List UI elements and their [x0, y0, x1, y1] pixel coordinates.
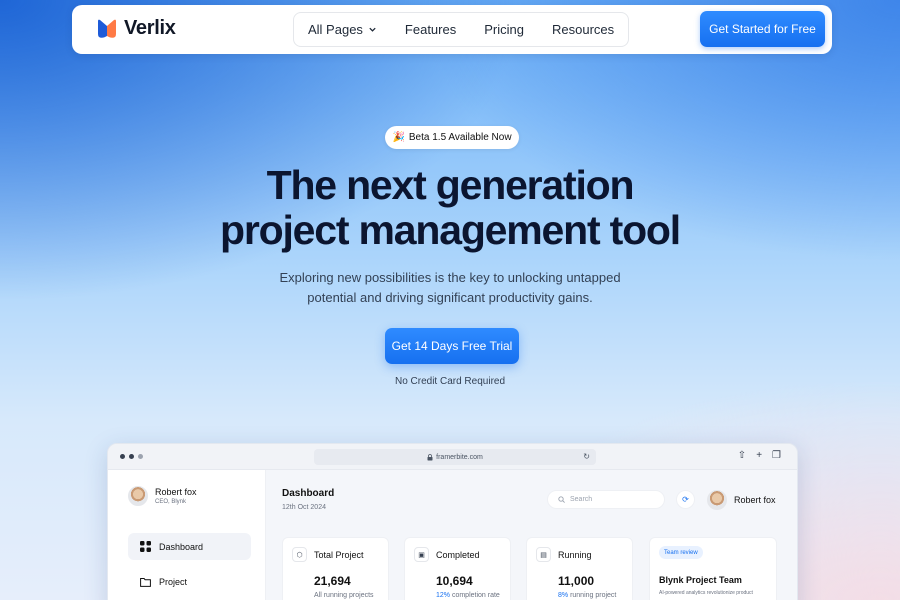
sidebar-item-dashboard[interactable]: Dashboard: [128, 533, 251, 560]
brand-name: Verlix: [124, 17, 176, 39]
folder-icon: [140, 577, 151, 587]
verlix-logo-icon: [98, 19, 116, 38]
stat-card-total-project[interactable]: ⬡ Total Project 21,694 All running proje…: [282, 537, 389, 600]
address-bar[interactable]: framerbite.com ↻: [314, 449, 596, 465]
header-user[interactable]: Robert fox: [707, 490, 776, 510]
image-icon: ▣: [414, 547, 429, 562]
reload-icon[interactable]: ↻: [583, 452, 590, 461]
team-description: AI-powered analytics revolutionize produ…: [659, 590, 753, 596]
hero-subtitle: Exploring new possibilities is the key t…: [0, 268, 900, 308]
hero-title-line-2: project management tool: [220, 207, 681, 253]
chart-icon: ▤: [536, 547, 551, 562]
window-dot[interactable]: [129, 454, 134, 459]
user-role: CEO, Blynk: [155, 499, 187, 505]
sync-icon[interactable]: ⟳: [676, 490, 695, 509]
nav-item-features[interactable]: Features: [405, 22, 456, 37]
nav-item-resources[interactable]: Resources: [552, 22, 614, 37]
chevron-down-icon: [369, 27, 376, 32]
nav-item-all-pages[interactable]: All Pages: [308, 22, 377, 37]
sidebar-user[interactable]: Robert fox CEO, Blynk: [128, 486, 197, 506]
card-value: 21,694: [314, 574, 351, 588]
search-icon: [558, 496, 565, 503]
card-title: Running: [558, 549, 592, 560]
no-credit-card-note: No Credit Card Required: [394, 376, 506, 387]
window-dot[interactable]: [120, 454, 125, 459]
hero-title: The next generation project management t…: [0, 163, 900, 253]
grid-icon: [140, 541, 151, 552]
main-menu: All Pages Features Pricing Resources: [293, 12, 630, 47]
card-header: ▤ Running: [536, 547, 592, 562]
party-popper-icon: 🎉: [392, 132, 405, 143]
sidebar-item-label: Project: [159, 576, 188, 587]
share-icon[interactable]: ⇧: [738, 450, 746, 461]
hero-title-line-1: The next generation: [266, 162, 635, 208]
card-description-text: All running projects: [314, 592, 374, 599]
beta-badge[interactable]: 🎉 Beta 1.5 Available Now: [385, 126, 519, 149]
card-value: 11,000: [558, 574, 595, 588]
card-description: All running projects: [314, 592, 374, 599]
hero-subtitle-line-1: Exploring new possibilities is the key t…: [279, 270, 621, 285]
card-highlight: 12%: [436, 592, 451, 599]
stat-card-running[interactable]: ▤ Running 11,000 8% running project: [526, 537, 633, 600]
header-user-name: Robert fox: [734, 495, 776, 505]
navbar: Verlix All Pages Features Pricing Resour…: [72, 5, 832, 54]
team-card[interactable]: Team review Blynk Project Team AI-powere…: [649, 537, 777, 600]
card-value: 10,694: [436, 574, 473, 588]
card-header: ▣ Completed: [414, 547, 480, 562]
dashboard-main: Dashboard 12th Oct 2024 Search ⟳ Robert …: [266, 470, 797, 600]
user-name: Robert fox: [155, 487, 197, 497]
card-title: Completed: [436, 549, 480, 560]
search-placeholder: Search: [570, 496, 593, 503]
beta-badge-label: Beta 1.5 Available Now: [408, 132, 512, 143]
nav-item-label: Resources: [551, 22, 615, 37]
card-highlight: 8%: [558, 592, 569, 599]
nav-item-label: Features: [404, 22, 457, 37]
sidebar-item-project[interactable]: Project: [128, 568, 251, 595]
team-title: Blynk Project Team: [659, 575, 742, 585]
stat-card-completed[interactable]: ▣ Completed 10,694 12% completion rate: [404, 537, 511, 600]
nav-item-pricing[interactable]: Pricing: [484, 22, 524, 37]
app-preview-window: framerbite.com ↻ ⇧ + ❐ Robert fox CEO, B…: [107, 443, 798, 600]
new-tab-icon[interactable]: +: [756, 450, 762, 461]
page-title: Dashboard: [282, 488, 335, 499]
card-header: ⬡ Total Project: [292, 547, 364, 562]
card-description: 8% running project: [558, 592, 616, 599]
nav-item-label: All Pages: [308, 22, 363, 37]
nav-item-label: Pricing: [484, 22, 524, 37]
card-description: 12% completion rate: [436, 592, 500, 599]
sidebar-item-label: Dashboard: [159, 541, 204, 552]
window-dot[interactable]: [138, 454, 143, 459]
brand-logo[interactable]: Verlix: [96, 17, 176, 40]
card-title: Total Project: [314, 549, 364, 560]
avatar: [128, 486, 148, 506]
team-review-pill: Team review: [659, 546, 703, 559]
search-input[interactable]: Search: [547, 490, 665, 509]
lock-icon: [427, 453, 433, 460]
avatar: [707, 490, 727, 510]
cube-icon: ⬡: [292, 547, 307, 562]
browser-bar: framerbite.com ↻ ⇧ + ❐: [108, 444, 797, 470]
card-description-text: running project: [568, 592, 617, 599]
hero-subtitle-line-2: potential and driving significant produc…: [307, 290, 593, 305]
app-sidebar: Robert fox CEO, Blynk Dashboard Project: [108, 470, 266, 600]
dashboard-date: 12th Oct 2024: [282, 504, 326, 511]
free-trial-button[interactable]: Get 14 Days Free Trial: [385, 328, 519, 364]
get-started-button[interactable]: Get Started for Free: [700, 11, 825, 47]
browser-actions: ⇧ + ❐: [738, 450, 781, 461]
card-description-text: completion rate: [450, 592, 500, 599]
tabs-icon[interactable]: ❐: [772, 450, 781, 461]
url-text: framerbite.com: [436, 453, 483, 461]
window-controls: [120, 454, 143, 459]
